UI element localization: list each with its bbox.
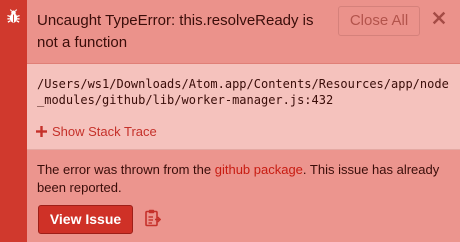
- error-notification: Uncaught TypeError: this.resolveReady is…: [0, 0, 460, 242]
- meta-text-before: The error was thrown from the: [37, 162, 215, 177]
- github-package-link[interactable]: github package: [215, 162, 303, 177]
- view-issue-button[interactable]: View Issue: [38, 205, 133, 234]
- clipboard-copy-icon[interactable]: [145, 209, 161, 227]
- notification-type-stripe: [0, 0, 27, 242]
- show-stack-trace-label: Show Stack Trace: [52, 123, 157, 139]
- show-stack-trace-toggle[interactable]: Show Stack Trace: [36, 122, 157, 140]
- plus-icon: [36, 125, 47, 137]
- notification-detail: /Users/ws1/Downloads/Atom.app/Contents/R…: [27, 64, 460, 150]
- notification-meta: The error was thrown from the github pac…: [27, 150, 460, 242]
- notification-header: Uncaught TypeError: this.resolveReady is…: [27, 0, 460, 64]
- notification-message: Uncaught TypeError: this.resolveReady is…: [37, 12, 314, 51]
- bug-icon: [7, 9, 20, 23]
- close-all-button[interactable]: Close All: [338, 6, 420, 36]
- close-icon[interactable]: [431, 10, 447, 26]
- error-file-path: /Users/ws1/Downloads/Atom.app/Contents/R…: [37, 77, 449, 107]
- meta-description: The error was thrown from the github pac…: [37, 161, 452, 197]
